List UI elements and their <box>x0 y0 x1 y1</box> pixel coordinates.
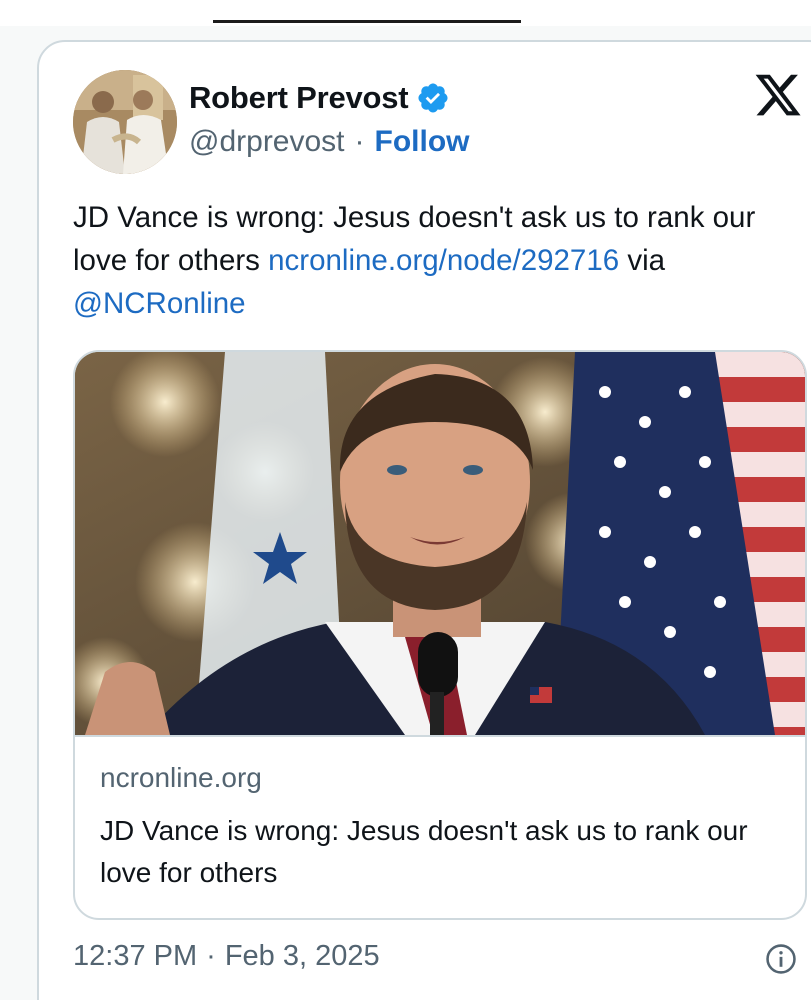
timestamp-date[interactable]: Feb 3, 2025 <box>225 940 380 973</box>
page: Robert Prevost @drprevost · Follow JD Va… <box>0 0 811 1000</box>
link-card-title: JD Vance is wrong: Jesus doesn't ask us … <box>100 815 748 888</box>
link-card-domain: ncronline.org <box>100 762 262 793</box>
top-divider-bar <box>213 20 521 23</box>
tweet-text: JD Vance is wrong: Jesus doesn't ask us … <box>73 196 811 325</box>
info-icon[interactable] <box>764 942 798 976</box>
card-divider <box>75 735 805 737</box>
speaker-photo-icon <box>75 352 805 735</box>
author-handle[interactable]: @drprevost <box>189 125 345 159</box>
tweet-timestamp[interactable]: 12:37 PM · Feb 3, 2025 <box>73 940 380 973</box>
mention-link[interactable]: @NCRonline <box>73 287 246 320</box>
follow-button[interactable]: Follow <box>375 125 470 159</box>
tweet-url-link[interactable]: ncronline.org/node/292716 <box>268 244 619 277</box>
link-preview-card[interactable]: ncronline.org JD Vance is wrong: Jesus d… <box>73 350 807 920</box>
author-name-row: Robert Prevost <box>189 78 450 118</box>
link-card-image[interactable] <box>75 352 805 735</box>
author-display-name[interactable]: Robert Prevost <box>189 80 409 116</box>
tweet-card[interactable]: Robert Prevost @drprevost · Follow JD Va… <box>37 40 811 1000</box>
timestamp-time[interactable]: 12:37 PM <box>73 940 197 973</box>
x-logo-icon[interactable] <box>753 70 803 120</box>
timestamp-separator: · <box>206 940 216 972</box>
tweet-via-text: via <box>619 244 666 277</box>
avatar-photo-icon <box>73 70 177 174</box>
verified-badge-icon <box>416 81 450 115</box>
handle-separator: · <box>354 125 365 158</box>
author-handle-row: @drprevost · Follow <box>189 122 470 162</box>
avatar[interactable] <box>73 70 177 174</box>
